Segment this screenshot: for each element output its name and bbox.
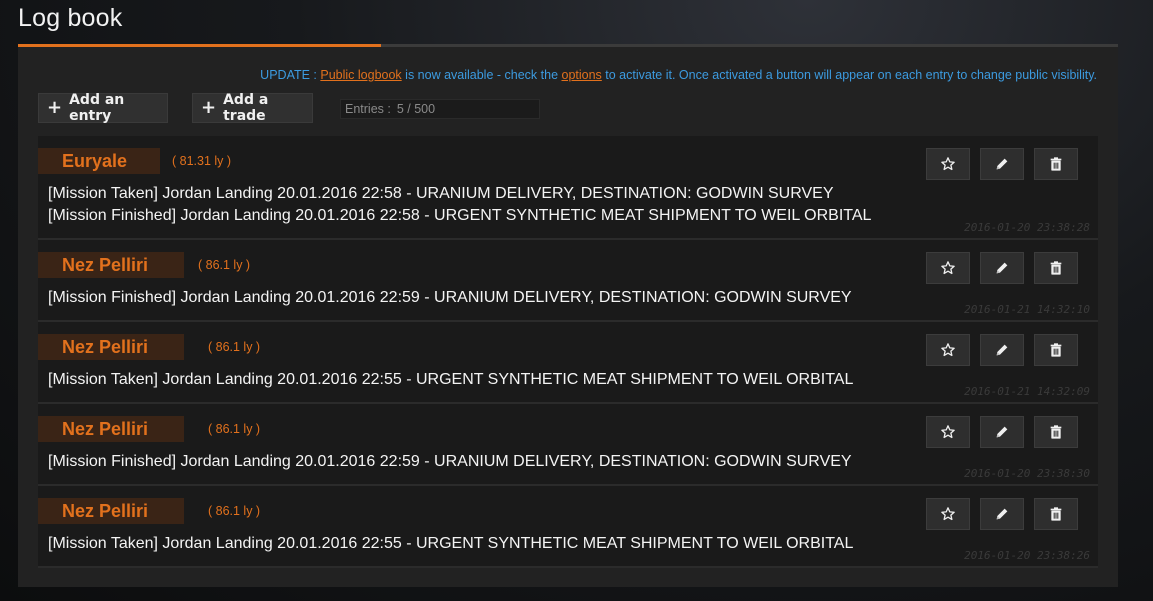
system-name[interactable]: Nez Pelliri [38,334,184,360]
page-title: Log book [18,4,123,32]
entry-actions [926,498,1078,530]
system-distance: ( 86.1 ly ) [208,504,261,518]
entry-text: [Mission Taken] Jordan Landing 20.01.201… [48,183,871,227]
pencil-icon [994,424,1010,440]
edit-button[interactable] [980,498,1024,530]
star-icon [940,424,956,440]
favorite-button[interactable] [926,148,970,180]
trash-icon [1048,506,1064,522]
edit-button[interactable] [980,148,1024,180]
entry-text: [Mission Taken] Jordan Landing 20.01.201… [48,533,853,555]
pencil-icon [994,260,1010,276]
favorite-button[interactable] [926,498,970,530]
entry-actions [926,416,1078,448]
entry-timestamp: 2016-01-20 23:38:28 [964,221,1090,234]
system-distance: ( 86.1 ly ) [198,258,251,272]
pencil-icon [994,156,1010,172]
delete-button[interactable] [1034,334,1078,366]
delete-button[interactable] [1034,416,1078,448]
delete-button[interactable] [1034,148,1078,180]
delete-button[interactable] [1034,252,1078,284]
edit-button[interactable] [980,416,1024,448]
pencil-icon [994,506,1010,522]
delete-button[interactable] [1034,498,1078,530]
entry-text: [Mission Finished] Jordan Landing 20.01.… [48,451,852,473]
pencil-icon [994,342,1010,358]
notice-suffix: to activate it. Once activated a button … [601,68,1097,82]
options-link[interactable]: options [562,68,602,82]
entries-value: 5 / 500 [396,102,436,116]
entry-timestamp: 2016-01-21 14:32:10 [964,303,1090,316]
add-entry-button[interactable]: + Add an entry [38,92,168,124]
entry-line: [Mission Finished] Jordan Landing 20.01.… [48,453,852,470]
entry-timestamp: 2016-01-21 14:32:09 [964,385,1090,398]
entry-line: [Mission Finished] Jordan Landing 20.01.… [48,289,852,306]
edit-button[interactable] [980,252,1024,284]
entry-line: [Mission Taken] Jordan Landing 20.01.201… [48,371,854,388]
trash-icon [1048,424,1064,440]
favorite-button[interactable] [926,334,970,366]
log-entry: Nez Pelliri ( 86.1 ly ) [Mission Taken] Jo… [38,322,1098,404]
log-entry: Nez Pelliri ( 86.1 ly ) [Mission Finished]… [38,404,1098,486]
public-logbook-link[interactable]: Public logbook [320,68,401,82]
entry-text: [Mission Taken] Jordan Landing 20.01.201… [48,369,853,391]
entry-line: [Mission Taken] Jordan Landing 20.01.201… [48,535,854,552]
entry-timestamp: 2016-01-20 23:38:26 [964,549,1090,562]
favorite-button[interactable] [926,416,970,448]
system-distance: ( 86.1 ly ) [208,340,261,354]
entry-timestamp: 2016-01-20 23:38:30 [964,467,1090,480]
logbook-panel: UPDATE : Public logbook is now available… [18,47,1118,587]
system-distance: ( 81.31 ly ) [172,154,232,168]
entry-line: [Mission Taken] Jordan Landing 20.01.201… [48,185,834,202]
notice-mid: is now available - check the [401,68,562,82]
star-icon [940,156,956,172]
edit-button[interactable] [980,334,1024,366]
favorite-button[interactable] [926,252,970,284]
entries-counter: Entries : 5 / 500 [340,99,540,119]
entries-label: Entries : [345,102,391,116]
entry-line: [Mission Finished] Jordan Landing 20.01.… [48,207,872,224]
star-icon [940,260,956,276]
system-name[interactable]: Euryale [38,148,160,174]
trash-icon [1048,260,1064,276]
notice-prefix: UPDATE : [260,68,321,82]
star-icon [940,506,956,522]
add-trade-button[interactable]: + Add a trade [192,92,313,124]
system-distance: ( 86.1 ly ) [208,422,261,436]
system-name[interactable]: Nez Pelliri [38,252,184,278]
entry-text: [Mission Finished] Jordan Landing 20.01.… [48,287,852,309]
system-name[interactable]: Nez Pelliri [38,416,184,442]
log-entry: Nez Pelliri ( 86.1 ly ) [Mission Taken] Jo… [38,486,1098,568]
update-notice: UPDATE : Public logbook is now available… [260,68,1097,82]
entry-actions [926,334,1078,366]
entry-actions [926,252,1078,284]
add-trade-label: Add a trade [223,92,269,124]
entry-actions [926,148,1078,180]
add-entry-label: Add an entry [69,92,125,124]
trash-icon [1048,156,1064,172]
plus-icon: + [47,97,63,118]
log-entry: Euryale ( 81.31 ly ) [Mission Taken] Jorda… [38,136,1098,240]
star-icon [940,342,956,358]
system-name[interactable]: Nez Pelliri [38,498,184,524]
plus-icon: + [201,97,217,118]
trash-icon [1048,342,1064,358]
log-entry: Nez Pelliri ( 86.1 ly ) [Mission Finished]… [38,240,1098,322]
